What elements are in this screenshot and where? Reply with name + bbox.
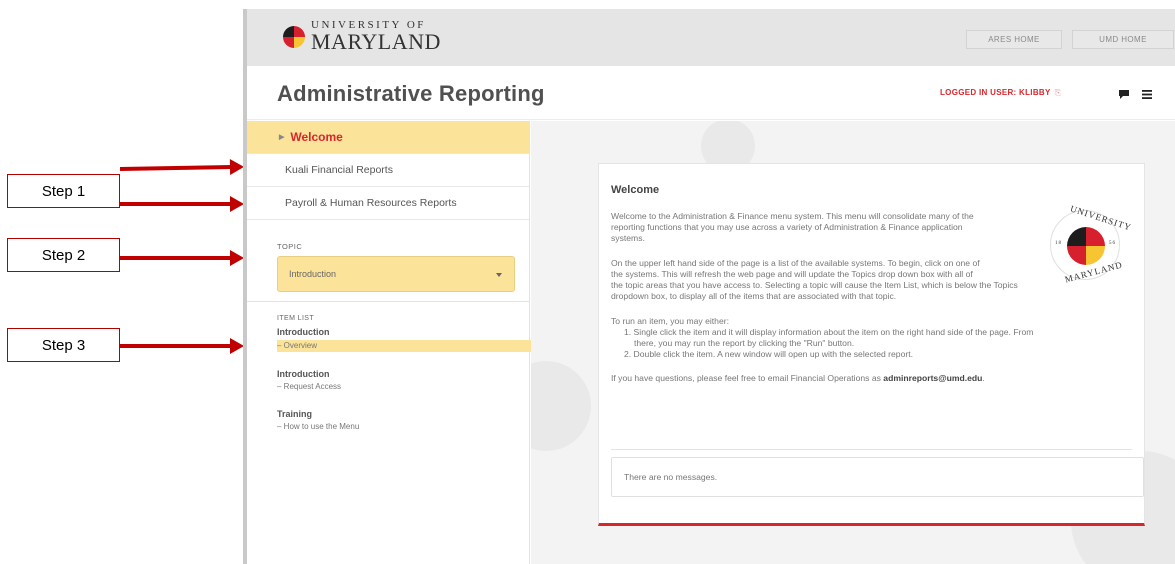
seal-left-number: 18 xyxy=(1055,241,1062,246)
messages-panel: There are no messages. xyxy=(611,457,1144,497)
welcome-paragraph-line: Welcome to the Administration & Finance … xyxy=(611,211,974,221)
item-request-access[interactable]: – Request Access xyxy=(277,381,341,393)
app-window: UNIVERSITY OF MARYLAND ARES HOME UMD HOM… xyxy=(243,9,1175,564)
item-title-introduction[interactable]: Introduction xyxy=(277,369,330,379)
chevron-down-icon xyxy=(496,273,502,277)
step-1-arrow-top xyxy=(119,165,233,171)
step-1-callout: Step 1 xyxy=(7,174,120,208)
sidebar-item-label: Kuali Financial Reports xyxy=(285,164,393,176)
contact-paragraph: If you have questions, please feel free … xyxy=(611,373,985,384)
background-decoration xyxy=(531,361,591,451)
logo-wordmark: UNIVERSITY OF MARYLAND xyxy=(311,20,441,53)
step-1-label: Step 1 xyxy=(41,182,86,200)
step-2-callout: Step 2 xyxy=(7,238,120,272)
topic-dropdown[interactable]: Introduction xyxy=(277,256,515,292)
screenshot-stage: Step 1 Step 2 Step 3 UNIVERSITY OF MARYL… xyxy=(0,0,1175,564)
run-item-intro: To run an item, you may either: xyxy=(611,316,729,326)
ares-home-button[interactable]: ARES HOME xyxy=(966,30,1062,49)
title-bar: Administrative Reporting LOGGED IN USER:… xyxy=(247,66,1175,120)
umd-home-button[interactable]: UMD HOME xyxy=(1072,30,1174,49)
run-option-1-line: 1. Single click the item and it will dis… xyxy=(624,327,1034,337)
logo-big-text: MARYLAND xyxy=(311,29,441,54)
logged-in-user[interactable]: LOGGED IN USER: KLIBBY ⎘ xyxy=(940,88,1061,98)
welcome-title: Welcome xyxy=(611,184,660,196)
maryland-shield-icon xyxy=(283,25,305,48)
messages-text: There are no messages. xyxy=(624,472,718,482)
run-option-1-line: there, you may run the report by clickin… xyxy=(634,338,855,348)
step-3-label: Step 3 xyxy=(41,336,86,354)
divider xyxy=(611,449,1132,450)
topic-label: TOPIC xyxy=(277,242,303,251)
sidebar: ▶ Welcome Kuali Financial Reports Payroll… xyxy=(247,121,549,564)
menu-button[interactable] xyxy=(1136,83,1158,105)
contact-text-end: . xyxy=(982,373,985,383)
sidebar-item-label: Welcome xyxy=(290,130,343,144)
step-2-label: Step 2 xyxy=(41,246,86,264)
item-title-training[interactable]: Training xyxy=(277,409,312,419)
chat-bubble-icon xyxy=(1119,89,1129,99)
page-title: Administrative Reporting xyxy=(277,81,545,106)
sidebar-item-kuali-financial-reports[interactable]: Kuali Financial Reports xyxy=(247,154,529,187)
sidebar-item-label: Payroll & Human Resources Reports xyxy=(285,197,457,209)
contact-text: If you have questions, please feel free … xyxy=(611,373,884,383)
divider xyxy=(247,301,530,302)
step-3-callout: Step 3 xyxy=(7,328,120,362)
topic-selected-value: Introduction xyxy=(289,269,337,279)
contact-email-link[interactable]: adminreports@umd.edu xyxy=(883,373,982,383)
top-bar: UNIVERSITY OF MARYLAND ARES HOME UMD HOM… xyxy=(247,9,1175,66)
main-content: Welcome Welcome to the Administration & … xyxy=(531,121,1175,564)
umd-seal-logo: UNIVERSITY MARYLAND 18 56 xyxy=(1050,203,1133,285)
item-how-to-use-menu[interactable]: – How to use the Menu xyxy=(277,421,359,433)
welcome-paragraph-line: reporting functions that you may use acr… xyxy=(611,222,963,232)
instructions-paragraph-line: dropdown box, to display all of the item… xyxy=(611,291,897,301)
instructions-paragraph-line: the systems. This will refresh the web p… xyxy=(611,269,973,279)
hamburger-menu-icon xyxy=(1142,89,1152,99)
logout-icon[interactable]: ⎘ xyxy=(1055,88,1062,97)
messages-button[interactable] xyxy=(1113,83,1135,105)
step-3-arrow xyxy=(120,338,244,354)
seal-right-number: 56 xyxy=(1109,241,1116,246)
item-title-introduction[interactable]: Introduction xyxy=(277,327,330,337)
caret-right-icon: ▶ xyxy=(279,134,285,141)
item-list-label: ITEM LIST xyxy=(277,315,315,322)
sidebar-item-payroll-hr-reports[interactable]: Payroll & Human Resources Reports xyxy=(247,187,529,220)
item-overview[interactable]: – Overview xyxy=(277,340,549,352)
run-option-2: 2. Double click the item. A new window w… xyxy=(624,349,913,359)
step-1-arrow-bottom xyxy=(120,196,244,212)
sidebar-item-welcome[interactable]: ▶ Welcome xyxy=(247,121,529,154)
logged-in-text: LOGGED IN USER: KLIBBY xyxy=(940,88,1051,97)
maryland-flag-emblem xyxy=(1067,227,1105,265)
step-2-arrow xyxy=(120,250,244,266)
welcome-paragraph-line: systems. xyxy=(611,233,645,243)
instructions-paragraph-line: On the upper left hand side of the page … xyxy=(611,258,980,268)
umd-logo[interactable]: UNIVERSITY OF MARYLAND xyxy=(283,20,441,53)
instructions-paragraph-line: the topic areas that you have access to.… xyxy=(611,280,1018,290)
welcome-card: Welcome Welcome to the Administration & … xyxy=(598,163,1145,526)
